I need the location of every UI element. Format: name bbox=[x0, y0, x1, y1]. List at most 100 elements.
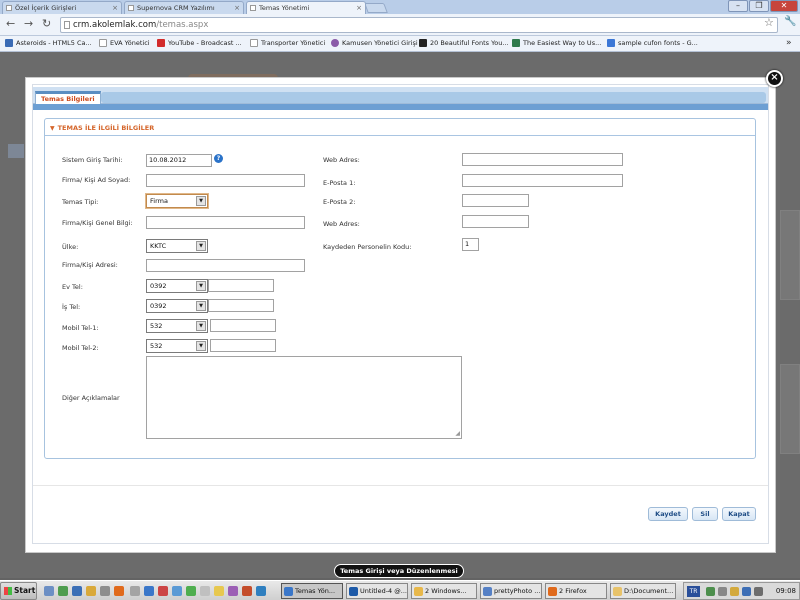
wrench-icon[interactable]: 🔧 bbox=[784, 16, 796, 27]
home-phone-label: Ev Tel: bbox=[62, 283, 83, 291]
close-icon[interactable]: × bbox=[234, 2, 240, 14]
tray-icon[interactable] bbox=[706, 587, 715, 596]
close-window-button[interactable]: ✕ bbox=[770, 0, 798, 12]
quick-launch-icon[interactable] bbox=[114, 586, 124, 596]
email-2-label: E-Posta 2: bbox=[323, 198, 356, 206]
tab-underline bbox=[33, 104, 768, 110]
forward-arrow-icon[interactable]: → bbox=[24, 18, 33, 30]
bookmark-item[interactable]: The Easiest Way to Us... bbox=[512, 39, 601, 48]
chevron-right-icon[interactable]: » bbox=[786, 38, 792, 48]
tray-icon[interactable] bbox=[718, 587, 727, 596]
bookmark-item[interactable]: Asteroids - HTML5 Ca... bbox=[5, 39, 92, 48]
delete-button[interactable]: Sil bbox=[692, 507, 718, 521]
reload-icon[interactable]: ↻ bbox=[42, 18, 51, 30]
photoshop-icon bbox=[349, 587, 358, 596]
dropdown-arrow-icon: ▼ bbox=[196, 241, 206, 251]
quick-launch-icon[interactable] bbox=[256, 586, 266, 596]
name-label: Firma/ Kişi Ad Soyad: bbox=[62, 176, 131, 184]
general-info-input[interactable] bbox=[146, 216, 305, 229]
maximize-button[interactable]: ❐ bbox=[749, 0, 769, 12]
tray-icon[interactable] bbox=[730, 587, 739, 596]
quick-launch-icon[interactable] bbox=[186, 586, 196, 596]
system-entry-date-input[interactable]: 10.08.2012 bbox=[146, 154, 212, 167]
mobile-1-code-select[interactable]: 532 ▼ bbox=[146, 319, 208, 333]
taskbar-item[interactable]: prettyPhoto ... bbox=[480, 583, 542, 599]
bookmark-icon bbox=[512, 39, 520, 47]
speaker-icon[interactable] bbox=[754, 587, 763, 596]
tray-icon[interactable] bbox=[742, 587, 751, 596]
clock[interactable]: 09:08 bbox=[776, 587, 796, 595]
resize-grip-icon[interactable]: ◢ bbox=[455, 431, 460, 437]
country-select[interactable]: KKTC ▼ bbox=[146, 239, 208, 253]
taskbar-item-label: prettyPhoto ... bbox=[494, 587, 541, 595]
language-indicator[interactable]: TR bbox=[687, 586, 700, 597]
bookmark-item[interactable]: YouTube - Broadcast ... bbox=[157, 39, 242, 48]
bookmark-item[interactable]: sample cufon fonts - G... bbox=[607, 39, 698, 48]
browser-tab-3[interactable]: Temas Yönetimi × bbox=[246, 1, 366, 14]
close-icon[interactable]: × bbox=[766, 70, 783, 87]
tab-contact-info[interactable]: Temas Bilgileri bbox=[35, 91, 101, 105]
browser-tab-2[interactable]: Supernova CRM Yazılımı × bbox=[124, 1, 244, 14]
country-label: Ülke: bbox=[62, 243, 79, 251]
email-1-input[interactable] bbox=[462, 174, 623, 187]
quick-launch-icon[interactable] bbox=[214, 586, 224, 596]
taskbar: Start Temas Yön... Untitled-4 @... 2 Win… bbox=[0, 580, 800, 600]
start-button[interactable]: Start bbox=[0, 582, 37, 600]
mobile-1-input[interactable] bbox=[210, 319, 276, 332]
quick-launch-icon[interactable] bbox=[172, 586, 182, 596]
quick-launch-icon[interactable] bbox=[228, 586, 238, 596]
new-tab-button[interactable] bbox=[364, 3, 388, 13]
minimize-button[interactable]: – bbox=[728, 0, 748, 12]
taskbar-item[interactable]: Untitled-4 @... bbox=[346, 583, 408, 599]
save-button[interactable]: Kaydet bbox=[648, 507, 688, 521]
taskbar-item[interactable]: Temas Yön... bbox=[281, 583, 343, 599]
taskbar-item[interactable]: 2 Windows... bbox=[411, 583, 477, 599]
general-info-label: Firma/Kişi Genel Bilgi: bbox=[62, 219, 133, 227]
work-phone-code-select[interactable]: 0392 ▼ bbox=[146, 299, 208, 313]
website-input[interactable] bbox=[462, 153, 623, 166]
browser-tab-1[interactable]: Özel İçerik Girişleri × bbox=[2, 1, 122, 14]
mobile-2-code-select[interactable]: 532 ▼ bbox=[146, 339, 208, 353]
staff-code-input[interactable]: 1 bbox=[462, 238, 479, 251]
quick-launch-icon[interactable] bbox=[158, 586, 168, 596]
back-arrow-icon[interactable]: ← bbox=[6, 18, 15, 30]
bookmark-item[interactable]: Kamusen Yönetici Girişi bbox=[331, 39, 418, 48]
help-icon[interactable]: ? bbox=[214, 154, 223, 163]
modal-tab-bar: Temas Bilgileri bbox=[33, 87, 768, 105]
home-phone-code-select[interactable]: 0392 ▼ bbox=[146, 279, 208, 293]
other-notes-textarea[interactable]: ◢ bbox=[146, 356, 462, 439]
close-icon[interactable]: × bbox=[356, 2, 362, 14]
quick-launch-icon[interactable] bbox=[200, 586, 210, 596]
close-icon[interactable]: × bbox=[112, 2, 118, 14]
quick-launch-icon[interactable] bbox=[130, 586, 140, 596]
address-bar[interactable]: crm.akolemlak.com/temas.aspx bbox=[60, 17, 778, 33]
quick-launch-icon[interactable] bbox=[72, 586, 82, 596]
bookmark-item[interactable]: EVA Yönetici bbox=[99, 39, 150, 48]
bookmark-item[interactable]: Transporter Yönetici bbox=[250, 39, 325, 48]
taskbar-item[interactable]: 2 Firefox bbox=[545, 583, 607, 599]
quick-launch-icon[interactable] bbox=[58, 586, 68, 596]
quick-launch-icon[interactable] bbox=[242, 586, 252, 596]
home-phone-input[interactable] bbox=[208, 279, 274, 292]
quick-launch-icon[interactable] bbox=[100, 586, 110, 596]
footer-divider bbox=[33, 485, 768, 486]
folder-icon bbox=[414, 587, 423, 596]
quick-launch-icon[interactable] bbox=[44, 586, 54, 596]
email-2-input[interactable] bbox=[462, 194, 529, 207]
close-button[interactable]: Kapat bbox=[722, 507, 756, 521]
address-input[interactable] bbox=[146, 259, 305, 272]
system-tray: TR 09:08 bbox=[683, 582, 800, 600]
star-icon[interactable]: ☆ bbox=[764, 16, 774, 29]
quick-launch-icon[interactable] bbox=[86, 586, 96, 596]
section-title[interactable]: ▼ TEMAS İLE İLGİLİ BİLGİLER bbox=[50, 124, 154, 132]
contact-type-select[interactable]: Firma ▼ bbox=[146, 194, 208, 208]
mobile-2-input[interactable] bbox=[210, 339, 276, 352]
taskbar-item-label: Untitled-4 @... bbox=[360, 587, 407, 595]
website-2-input[interactable] bbox=[462, 215, 529, 228]
taskbar-item-label: 2 Firefox bbox=[559, 587, 587, 595]
taskbar-item[interactable]: D:\Document... bbox=[610, 583, 676, 599]
quick-launch-icon[interactable] bbox=[144, 586, 154, 596]
name-input[interactable] bbox=[146, 174, 305, 187]
bookmark-item[interactable]: 20 Beautiful Fonts You... bbox=[419, 39, 509, 48]
work-phone-input[interactable] bbox=[208, 299, 274, 312]
